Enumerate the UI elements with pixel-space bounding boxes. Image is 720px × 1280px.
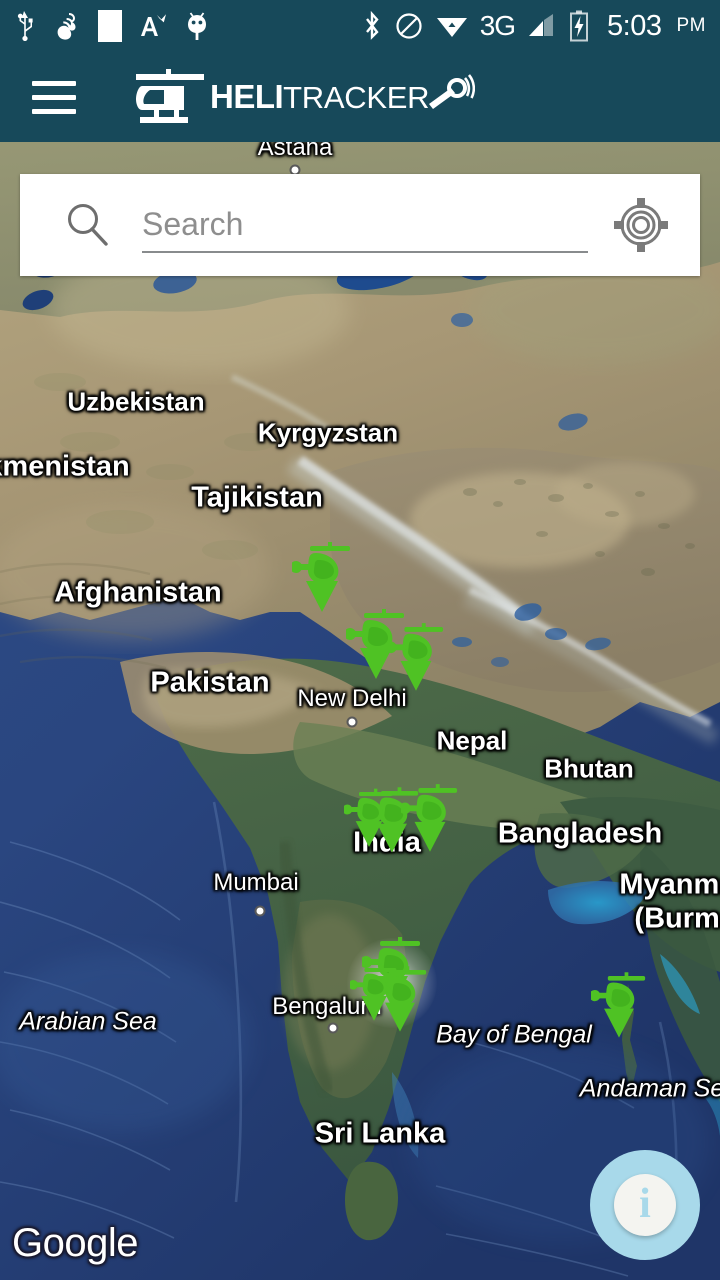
helicopter-marker[interactable] [399, 782, 459, 855]
battery-charging-icon [570, 10, 589, 42]
city-dot [346, 716, 358, 728]
hamburger-menu-icon[interactable] [22, 65, 86, 129]
info-icon: i [614, 1174, 676, 1236]
city-dot [254, 905, 266, 917]
do-not-disturb-icon [396, 13, 422, 39]
brand-heli-text: HELI [210, 78, 284, 115]
search-icon[interactable] [62, 199, 114, 251]
search-bar [20, 174, 700, 276]
status-bar-right-icons: 3G 5:03 PM [362, 10, 706, 43]
helicopter-marker[interactable] [589, 970, 647, 1040]
info-fab-button[interactable]: i [590, 1150, 700, 1260]
white-square-icon [98, 10, 122, 42]
my-location-crosshair-icon[interactable] [610, 194, 672, 256]
wifi-icon [436, 18, 467, 37]
map-satellite-imagery [0, 142, 720, 1280]
brand-tracker-text: TRACKER [283, 80, 430, 115]
antenna-signal-icon [429, 74, 476, 109]
status-bar: 3G 5:03 PM [0, 0, 720, 52]
helicopter-marker[interactable] [348, 963, 398, 1023]
usb-icon [17, 11, 33, 41]
uc-browser-icon [57, 13, 76, 40]
helicopter-icon [136, 69, 204, 123]
status-bar-left-icons [14, 10, 210, 42]
app-root: 3G 5:03 PM HELI TRACKER Astana Uzbekista… [0, 0, 720, 1280]
text-style-icon [141, 14, 166, 36]
app-logo: HELI TRACKER [134, 66, 476, 128]
network-type-label: 3G [479, 10, 516, 41]
map-canvas[interactable]: Astana Uzbekistan Kyrgyzstan kmenistan Tajik… [0, 142, 720, 1280]
status-bar-clock: 5:03 [607, 9, 662, 42]
google-attribution: Google [12, 1221, 138, 1265]
helicopter-marker[interactable] [342, 787, 394, 850]
android-bug-icon [188, 12, 206, 40]
search-input[interactable] [142, 205, 588, 243]
brand-wordmark: HELI TRACKER [210, 78, 430, 116]
helicopter-marker[interactable] [385, 621, 445, 694]
search-input-container [142, 197, 588, 253]
bluetooth-icon [365, 10, 379, 40]
status-bar-ampm: PM [676, 15, 706, 36]
helicopter-marker[interactable] [290, 540, 352, 615]
info-icon-glyph: i [639, 1181, 651, 1227]
signal-bars-icon [529, 14, 554, 36]
app-header: HELI TRACKER [0, 52, 720, 142]
city-dot [327, 1022, 339, 1034]
